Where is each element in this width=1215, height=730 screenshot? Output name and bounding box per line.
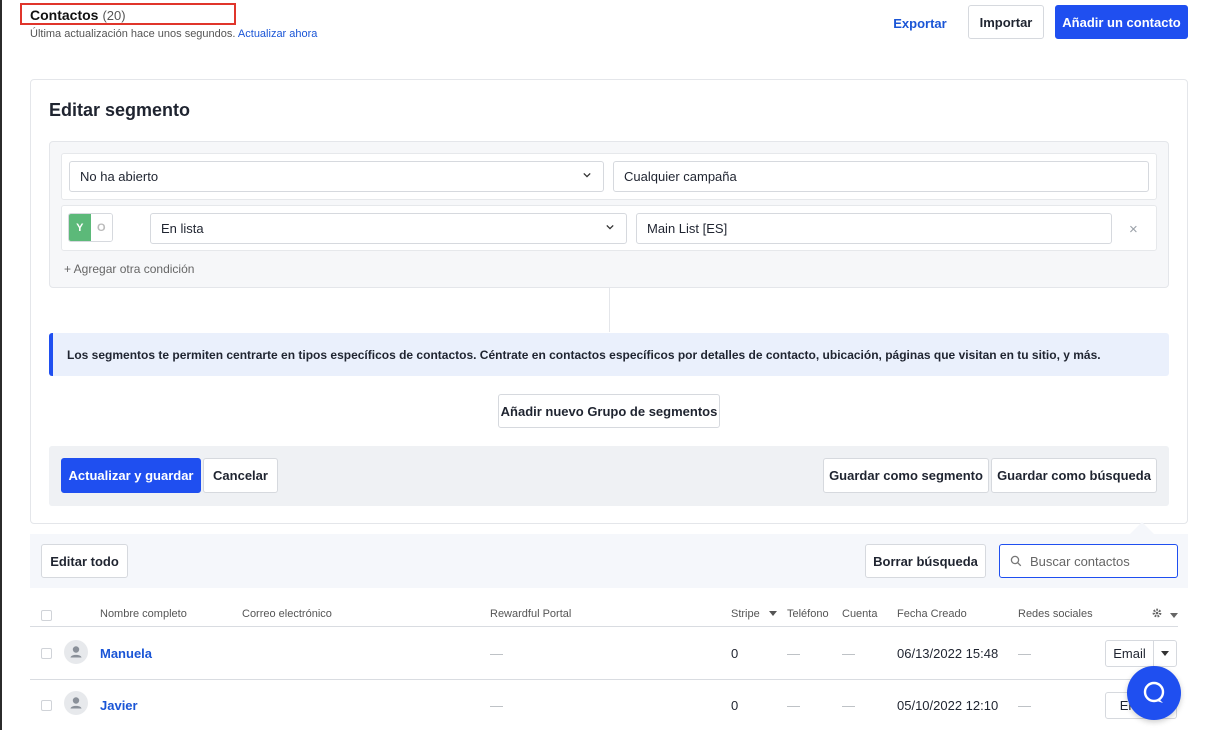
add-contact-button[interactable]: Añadir un contacto — [1055, 5, 1188, 39]
user-icon — [70, 646, 82, 658]
and-or-toggle[interactable]: Y O — [68, 213, 113, 242]
chat-bubble-icon — [1143, 681, 1165, 703]
chevron-down-icon — [583, 172, 591, 178]
column-account[interactable]: Cuenta — [842, 608, 877, 620]
contact-name-link[interactable]: Manuela — [100, 646, 152, 661]
toggle-and-option[interactable]: Y — [69, 214, 91, 241]
save-as-segment-button[interactable]: Guardar como segmento — [823, 458, 989, 493]
segment-editor-title: Editar segmento — [49, 100, 191, 120]
cancel-button[interactable]: Cancelar — [203, 458, 278, 493]
column-stripe-label: Stripe — [731, 608, 760, 620]
email-action-button[interactable]: Email — [1105, 640, 1177, 667]
condition-1-value-field[interactable]: Cualquier campaña — [613, 161, 1149, 192]
avatar — [64, 640, 88, 664]
column-full-name[interactable]: Nombre completo — [100, 608, 187, 620]
stripe-cell: 0 — [731, 698, 739, 713]
chevron-down-icon — [1170, 613, 1179, 618]
row-divider — [30, 679, 1178, 680]
column-settings[interactable] — [1151, 607, 1179, 622]
column-rewardful-portal[interactable]: Rewardful Portal — [490, 608, 571, 620]
page-title-text: Contactos — [30, 7, 99, 23]
user-icon — [70, 697, 82, 709]
email-action-label[interactable]: Email — [1106, 641, 1154, 666]
save-as-search-button[interactable]: Guardar como búsqueda — [991, 458, 1157, 493]
condition-1-field-select[interactable]: No ha abierto — [69, 161, 604, 192]
toggle-or-option[interactable]: O — [90, 214, 112, 241]
group-connector-line — [609, 288, 610, 332]
gear-icon — [1152, 608, 1162, 618]
export-button[interactable]: Exportar — [884, 9, 956, 37]
edit-all-button[interactable]: Editar todo — [41, 544, 128, 578]
created-date-cell: 05/10/2022 12:10 — [897, 698, 999, 713]
row-checkbox[interactable] — [41, 648, 52, 659]
email-action-dropdown[interactable] — [1154, 641, 1176, 666]
select-all-checkbox[interactable] — [41, 610, 52, 621]
last-updated: Última actualización hace unos segundos.… — [30, 28, 317, 40]
segments-info-banner: Los segmentos te permiten centrarte en t… — [49, 333, 1169, 376]
social-cell: — — [1018, 646, 1031, 661]
page-title: Contactos (20) — [30, 7, 126, 23]
column-created-date[interactable]: Fecha Creado — [897, 608, 967, 620]
condition-2-value-field[interactable]: Main List [ES] — [636, 213, 1112, 244]
chevron-down-icon — [1161, 650, 1169, 656]
import-button[interactable]: Importar — [968, 5, 1044, 39]
contact-count: (20) — [102, 8, 126, 23]
column-email[interactable]: Correo electrónico — [242, 608, 332, 620]
condition-2-field-select[interactable]: En lista — [150, 213, 627, 244]
phone-cell: — — [787, 646, 800, 661]
search-contacts-input[interactable]: Buscar contactos — [999, 544, 1178, 578]
column-stripe[interactable]: Stripe — [731, 608, 777, 620]
row-checkbox[interactable] — [41, 700, 52, 711]
chat-launcher-button[interactable] — [1127, 666, 1181, 720]
condition-2-value: Main List [ES] — [647, 221, 728, 236]
social-cell: — — [1018, 698, 1031, 713]
rewardful-cell: — — [490, 698, 503, 713]
condition-2-field-value: En lista — [161, 221, 204, 236]
refresh-link[interactable]: Actualizar ahora — [238, 28, 318, 40]
account-cell: — — [842, 698, 855, 713]
remove-condition-icon[interactable]: × — [1129, 221, 1138, 238]
condition-1-value: Cualquier campaña — [624, 169, 737, 184]
add-condition-link[interactable]: + Agregar otra condición — [64, 262, 194, 276]
sort-caret-icon — [768, 611, 777, 616]
account-cell: — — [842, 646, 855, 661]
stripe-cell: 0 — [731, 646, 739, 661]
update-save-button[interactable]: Actualizar y guardar — [61, 458, 201, 493]
avatar — [64, 691, 88, 715]
condition-1-field-value: No ha abierto — [80, 169, 159, 184]
window-edge — [0, 0, 2, 730]
segments-info-text: Los segmentos te permiten centrarte en t… — [67, 347, 1101, 362]
last-updated-text: Última actualización hace unos segundos. — [30, 28, 236, 40]
clear-search-button[interactable]: Borrar búsqueda — [865, 544, 986, 578]
created-date-cell: 06/13/2022 15:48 — [897, 646, 999, 661]
search-icon — [1010, 555, 1022, 567]
chevron-down-icon — [606, 224, 614, 230]
phone-cell: — — [787, 698, 800, 713]
column-social[interactable]: Redes sociales — [1018, 608, 1093, 620]
add-segment-group-button[interactable]: Añadir nuevo Grupo de segmentos — [498, 394, 720, 428]
contact-name-link[interactable]: Javier — [100, 698, 138, 713]
column-phone[interactable]: Teléfono — [787, 608, 829, 620]
rewardful-cell: — — [490, 646, 503, 661]
search-placeholder: Buscar contactos — [1030, 553, 1130, 569]
header-divider — [30, 626, 1178, 627]
